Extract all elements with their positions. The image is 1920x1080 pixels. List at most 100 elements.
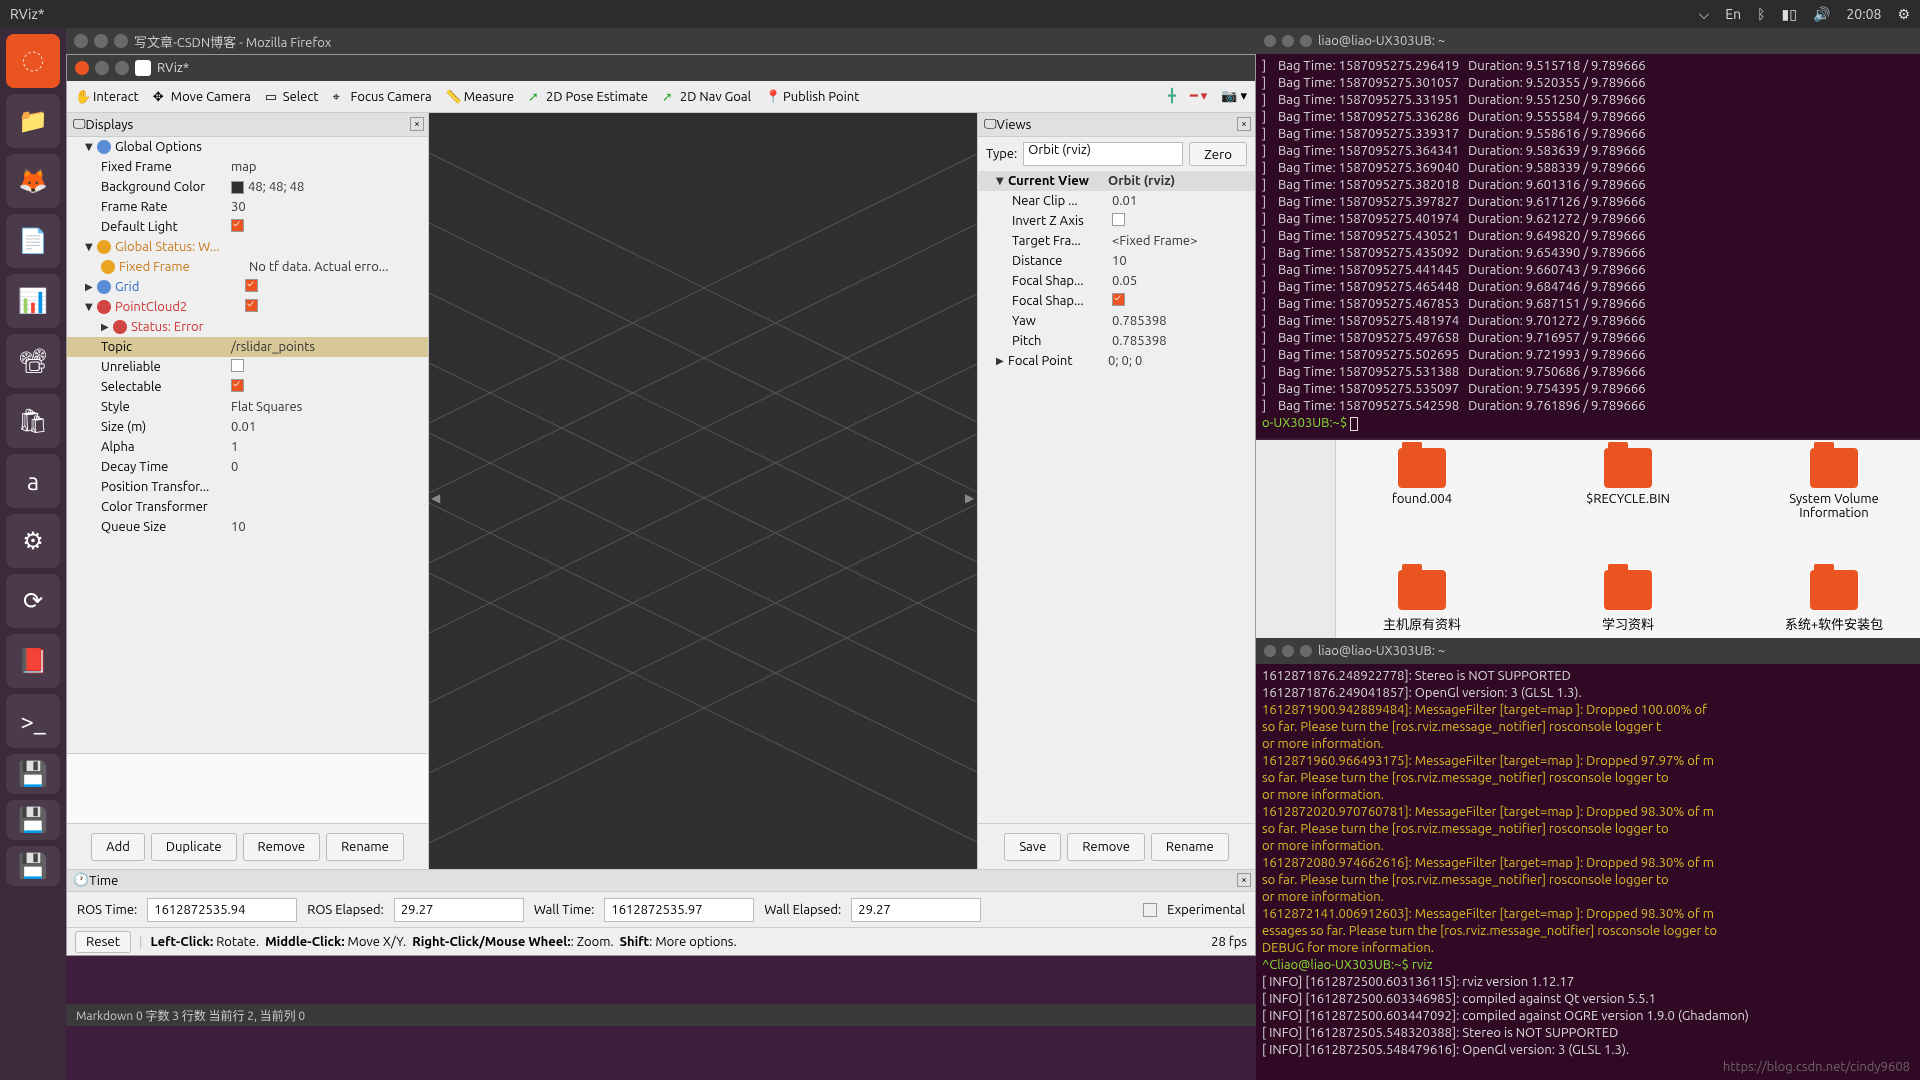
camera-icon[interactable]: 📷 ▾ [1221, 89, 1247, 104]
close-panel-icon[interactable]: × [1237, 117, 1251, 131]
minimize-icon[interactable] [1282, 35, 1294, 47]
view-type-select[interactable]: Orbit (rviz) [1023, 142, 1183, 166]
maximize-icon[interactable] [115, 61, 129, 75]
minus-icon[interactable]: ━ ▾ [1190, 89, 1207, 104]
checkbox[interactable] [231, 379, 244, 392]
minimize-icon[interactable] [95, 61, 109, 75]
views-panel: 🖵 Views × Type: Orbit (rviz) Zero ▼Curre… [977, 113, 1255, 869]
remove-button[interactable]: Remove [243, 833, 321, 861]
rviz-window: RViz* ✋Interact ✥Move Camera ▭Select ⌖Fo… [66, 54, 1256, 956]
terminal-titlebar: liao@liao-UX303UB: ~ [1256, 638, 1920, 664]
file-sidebar[interactable] [1256, 440, 1336, 640]
checkbox[interactable] [245, 279, 258, 292]
folder-item[interactable]: 系统+软件安装包 [1774, 570, 1894, 633]
interact-button[interactable]: ✋Interact [75, 90, 139, 104]
file-grid[interactable]: found.004 $RECYCLE.BIN System Volume Infor… [1336, 440, 1920, 640]
launcher-impress-icon[interactable]: 📽 [6, 334, 60, 388]
volume-icon[interactable]: 🔊 [1813, 6, 1830, 23]
folder-icon [1604, 448, 1652, 488]
plus-icon[interactable]: ╋ [1168, 89, 1176, 104]
launcher-terminal-icon[interactable]: >_ [6, 694, 60, 748]
launcher-updater-icon[interactable]: ⟳ [6, 574, 60, 628]
select-button[interactable]: ▭Select [265, 90, 319, 104]
minimize-icon[interactable] [1282, 645, 1294, 657]
file-manager[interactable]: found.004 $RECYCLE.BIN System Volume Infor… [1256, 440, 1920, 640]
views-tree[interactable]: ▼Current ViewOrbit (rviz) Near Clip ...0… [978, 171, 1255, 823]
close-icon[interactable] [1264, 35, 1276, 47]
launcher-device-icon-3[interactable]: 💾 [6, 846, 60, 886]
checkbox[interactable] [1112, 293, 1125, 306]
rviz-app-icon [135, 60, 151, 76]
launcher-calc-icon[interactable]: 📊 [6, 274, 60, 328]
launcher-device-icon[interactable]: 💾 [6, 754, 60, 794]
folder-item[interactable]: 主机原有资料 [1362, 570, 1482, 633]
close-icon[interactable] [1264, 645, 1276, 657]
collapse-left-icon[interactable]: ◀ [431, 491, 441, 509]
move-camera-button[interactable]: ✥Move Camera [153, 90, 251, 104]
launcher-settings-icon[interactable]: ⚙ [6, 514, 60, 568]
displays-panel: 🖵 Displays × ▼Global Options Fixed Frame… [67, 113, 429, 869]
close-icon[interactable] [75, 61, 89, 75]
collapse-right-icon[interactable]: ▶ [965, 491, 975, 509]
focus-camera-button[interactable]: ⌖Focus Camera [333, 90, 432, 104]
checkbox[interactable] [1112, 213, 1125, 226]
launcher-writer-icon[interactable]: 📄 [6, 214, 60, 268]
experimental-checkbox[interactable] [1143, 903, 1157, 917]
remove-button[interactable]: Remove [1067, 833, 1145, 861]
rename-button[interactable]: Rename [326, 833, 404, 861]
wifi-icon[interactable]: ⌵ [1699, 6, 1710, 23]
launcher-amazon-icon[interactable]: a [6, 454, 60, 508]
rename-button[interactable]: Rename [1151, 833, 1229, 861]
checkbox[interactable] [245, 299, 258, 312]
launcher-firefox-icon[interactable]: 🦊 [6, 154, 60, 208]
arrow-icon: ➚ [528, 90, 542, 104]
folder-item[interactable]: 学习资料 [1568, 570, 1688, 633]
hand-icon: ✋ [75, 90, 89, 104]
battery-icon[interactable]: ▮▯ [1782, 6, 1797, 23]
launcher-device-icon-2[interactable]: 💾 [6, 800, 60, 840]
folder-item[interactable]: found.004 [1362, 448, 1482, 520]
publish-point-button[interactable]: 📍Publish Point [765, 90, 859, 104]
minimize-icon[interactable] [94, 34, 108, 48]
duplicate-button[interactable]: Duplicate [151, 833, 237, 861]
measure-button[interactable]: 📏Measure [446, 90, 514, 104]
views-buttons: Save Remove Rename [978, 823, 1255, 869]
rviz-title-text: RViz* [157, 61, 189, 75]
launcher-reader-icon[interactable]: 📕 [6, 634, 60, 688]
launcher-files-icon[interactable]: 📁 [6, 94, 60, 148]
ros-elapsed-label: ROS Elapsed: [307, 903, 384, 917]
wall-time-label: Wall Time: [534, 903, 595, 917]
panel-icon: 🖵 [73, 117, 86, 132]
ros-time-field[interactable] [147, 898, 297, 922]
checkbox[interactable] [231, 359, 244, 372]
zero-button[interactable]: Zero [1189, 142, 1247, 166]
maximize-icon[interactable] [1300, 645, 1312, 657]
displays-tree[interactable]: ▼Global Options Fixed Framemap Backgroun… [67, 137, 428, 753]
launcher-software-icon[interactable]: 🛍 [6, 394, 60, 448]
close-icon[interactable] [74, 34, 88, 48]
ros-elapsed-field[interactable] [394, 898, 524, 922]
clock[interactable]: 20:08 [1846, 6, 1881, 22]
terminal-top[interactable]: liao@liao-UX303UB: ~ ] Bag Time: 1587095… [1256, 28, 1920, 438]
reset-button[interactable]: Reset [75, 931, 131, 953]
panel-icon: 🖵 [984, 117, 997, 132]
nav-goal-button[interactable]: ➚2D Nav Goal [662, 90, 751, 104]
lang-indicator[interactable]: En [1725, 6, 1741, 22]
checkbox[interactable] [231, 219, 244, 232]
bluetooth-icon[interactable]: ᛒ [1757, 6, 1765, 22]
terminal-bottom[interactable]: liao@liao-UX303UB: ~ 1612871876.24892277… [1256, 638, 1920, 1080]
3d-viewport[interactable]: ◀ ▶ [429, 113, 977, 869]
close-panel-icon[interactable]: × [410, 117, 424, 131]
add-button[interactable]: Add [91, 833, 145, 861]
pose-estimate-button[interactable]: ➚2D Pose Estimate [528, 90, 648, 104]
folder-item[interactable]: System Volume Information [1774, 448, 1894, 520]
gear-icon[interactable]: ⚙ [1897, 6, 1910, 23]
wall-elapsed-field[interactable] [851, 898, 981, 922]
maximize-icon[interactable] [1300, 35, 1312, 47]
save-button[interactable]: Save [1004, 833, 1061, 861]
launcher-dash-icon[interactable]: ◌ [6, 34, 60, 88]
wall-time-field[interactable] [604, 898, 754, 922]
maximize-icon[interactable] [114, 34, 128, 48]
close-panel-icon[interactable]: × [1237, 873, 1251, 887]
folder-item[interactable]: $RECYCLE.BIN [1568, 448, 1688, 520]
